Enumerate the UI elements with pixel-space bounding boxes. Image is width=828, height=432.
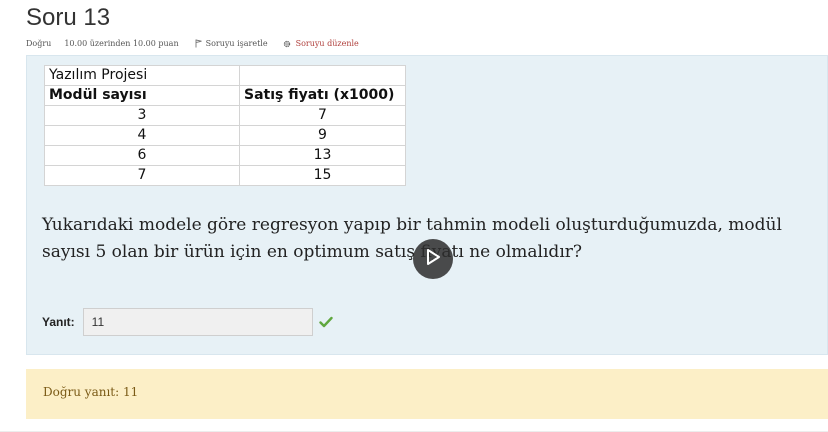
play-icon xyxy=(425,248,441,271)
table-cell: 7 xyxy=(239,105,406,126)
table-cell: 7 xyxy=(44,165,240,186)
table-row: 7 15 xyxy=(44,165,406,186)
video-play-button[interactable] xyxy=(413,239,453,279)
correct-answer-text: Doğru yanıt: 11 xyxy=(43,385,139,399)
column-header: Modül sayısı xyxy=(44,85,240,106)
table-caption-row: Yazılım Projesi xyxy=(44,65,406,86)
table-row: 4 9 xyxy=(44,125,406,146)
answer-input[interactable] xyxy=(82,308,313,336)
question-grade: 10.00 üzerinden 10.00 puan xyxy=(64,39,179,48)
question-text-line: Yukarıdaki modele göre regresyon yapıp b… xyxy=(42,215,782,235)
answer-label: Yanıt: xyxy=(42,315,75,329)
gear-icon xyxy=(283,40,291,48)
check-icon xyxy=(318,316,333,328)
table-cell: 3 xyxy=(44,105,240,126)
table-row: 6 13 xyxy=(44,145,406,166)
table-header-row: Modül sayısı Satış fiyatı (x1000) xyxy=(44,85,406,106)
table-caption: Yazılım Projesi xyxy=(44,65,240,86)
table-cell xyxy=(239,65,406,86)
edit-question-label: Soruyu düzenle xyxy=(295,39,359,48)
edit-question-link[interactable]: Soruyu düzenle xyxy=(283,39,359,48)
flag-icon xyxy=(195,39,203,48)
table-cell: 6 xyxy=(44,145,240,166)
table-cell: 13 xyxy=(239,145,406,166)
flag-question-link[interactable]: Soruyu işaretle xyxy=(195,39,268,48)
question-info: Doğru 10.00 üzerinden 10.00 puan Soruyu … xyxy=(26,39,359,48)
table-cell: 9 xyxy=(239,125,406,146)
table-cell: 4 xyxy=(44,125,240,146)
flag-question-label: Soruyu işaretle xyxy=(205,39,268,48)
question-status: Doğru xyxy=(26,39,52,48)
quiz-page: Soru 13 Doğru 10.00 üzerinden 10.00 puan… xyxy=(0,0,828,432)
feedback-box: Doğru yanıt: 11 xyxy=(26,369,828,419)
answer-row: Yanıt: xyxy=(42,308,333,336)
table-row: 3 7 xyxy=(44,105,406,126)
data-table: Yazılım Projesi Modül sayısı Satış fiyat… xyxy=(44,65,406,186)
question-content: Yazılım Projesi Modül sayısı Satış fiyat… xyxy=(26,55,828,355)
question-title: Soru 13 xyxy=(26,4,111,31)
table-cell: 15 xyxy=(239,165,406,186)
column-header: Satış fiyatı (x1000) xyxy=(239,85,406,106)
